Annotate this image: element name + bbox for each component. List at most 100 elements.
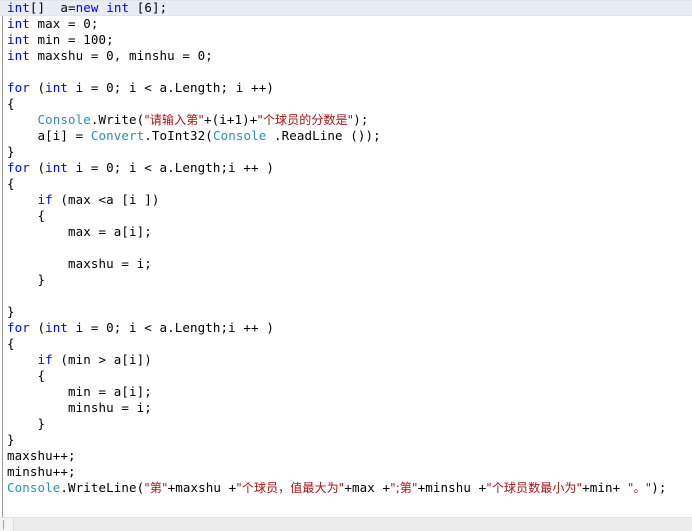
code-token-type: Console — [37, 112, 91, 127]
code-line[interactable]: minshu = i; — [0, 400, 692, 416]
code-line[interactable] — [0, 240, 692, 256]
code-line[interactable]: { — [0, 176, 692, 192]
code-token-str: "。" — [627, 481, 652, 495]
code-line[interactable]: for (int i = 0; i < a.Length;i ++ ) — [0, 160, 692, 176]
code-token-plain: a[i] = — [37, 128, 91, 143]
code-token-plain: i = 0; i < a.Length;i ++ ) — [68, 160, 274, 175]
code-line[interactable]: } — [0, 272, 692, 288]
code-line[interactable]: int maxshu = 0, minshu = 0; — [0, 48, 692, 64]
code-token-plain: .Write( — [90, 112, 145, 127]
code-line[interactable]: if (min > a[i]) — [0, 352, 692, 368]
code-token-plain: .WriteLine( — [60, 480, 145, 495]
code-line[interactable]: min = a[i]; — [0, 384, 692, 400]
code-token-plain: .ToInt32( — [144, 128, 213, 143]
code-token-key: int — [45, 80, 69, 95]
code-line[interactable]: maxshu++; — [0, 448, 692, 464]
code-token-plain: ); — [651, 480, 667, 495]
code-token-key: if — [37, 352, 53, 367]
code-token-plain: } — [7, 144, 15, 159]
code-line[interactable]: int[] a=new int [6]; — [0, 0, 692, 16]
code-token-key: int — [7, 16, 30, 31]
code-line[interactable]: for (int i = 0; i < a.Length;i ++ ) — [0, 320, 692, 336]
code-token-plain: } — [7, 432, 15, 447]
code-line[interactable]: } — [0, 416, 692, 432]
code-token-plain: +minshu + — [417, 480, 487, 495]
code-token-plain: ( — [29, 320, 46, 335]
code-token-plain: +min+ — [582, 480, 628, 495]
code-line[interactable]: max = a[i]; — [0, 224, 692, 240]
code-token-plain: maxshu = 0, minshu = 0; — [29, 48, 213, 63]
code-token-key: int — [45, 320, 69, 335]
code-token-str: "第" — [144, 481, 168, 495]
code-token-str: "个球员，值最大为" — [236, 481, 345, 495]
code-line[interactable]: Console.WriteLine("第"+maxshu +"个球员，值最大为"… — [0, 480, 692, 496]
code-line[interactable]: { — [0, 368, 692, 384]
code-token-plain: (max <a [i ]) — [52, 192, 160, 207]
code-token-plain: minshu = i; — [68, 400, 152, 415]
code-token-plain: [6]; — [129, 0, 168, 15]
code-line[interactable] — [0, 288, 692, 304]
code-token-str: "个球员的分数是" — [257, 113, 354, 127]
code-token-plain: } — [7, 304, 15, 319]
code-token-plain: min = 100; — [29, 32, 114, 47]
code-token-key: int — [106, 0, 130, 15]
code-token-key: for — [7, 160, 30, 175]
code-token-plain: max = 0; — [29, 16, 99, 31]
code-line[interactable]: } — [0, 432, 692, 448]
code-line[interactable]: int min = 100; — [0, 32, 692, 48]
code-token-plain: min = a[i]; — [68, 384, 152, 399]
code-line[interactable]: { — [0, 96, 692, 112]
scrollbar-corner — [0, 518, 14, 531]
code-line[interactable]: { — [0, 336, 692, 352]
code-line[interactable] — [0, 64, 692, 80]
code-line[interactable]: if (max <a [i ]) — [0, 192, 692, 208]
code-token-plain: { — [7, 336, 15, 351]
code-token-key: int — [45, 160, 69, 175]
code-token-str: "个球员数最小为" — [486, 481, 583, 495]
code-token-plain: i = 0; i < a.Length;i ++ ) — [68, 320, 274, 335]
code-token-plain: [] a= — [29, 0, 76, 15]
code-token-key: int — [7, 48, 30, 63]
code-token-type: Console — [7, 480, 61, 495]
code-token-key: int — [7, 32, 30, 47]
code-token-plain: +maxshu + — [167, 480, 237, 495]
code-line[interactable]: int max = 0; — [0, 16, 692, 32]
code-token-plain: { — [7, 96, 15, 111]
code-token-plain: { — [37, 368, 46, 383]
code-line[interactable]: a[i] = Convert.ToInt32(Console .ReadLine… — [0, 128, 692, 144]
code-token-type: Console — [212, 128, 267, 143]
scrollbar-tick-icon — [3, 520, 4, 529]
horizontal-scrollbar[interactable] — [0, 517, 692, 531]
code-line[interactable]: maxshu = i; — [0, 256, 692, 272]
code-token-key: int — [7, 0, 30, 15]
code-token-plain: (min > a[i]) — [52, 352, 152, 367]
code-token-plain: maxshu = i; — [68, 256, 152, 271]
code-token-plain: minshu++; — [7, 464, 76, 479]
code-line[interactable]: } — [0, 144, 692, 160]
code-token-plain: i = 0; i < a.Length; i ++) — [68, 80, 274, 95]
code-token-plain: max = a[i]; — [68, 224, 152, 239]
code-token-plain: { — [7, 176, 15, 191]
code-text-area[interactable]: int[] a=new int [6]; int max = 0; int min … — [0, 0, 692, 517]
code-token-key: for — [7, 320, 30, 335]
code-line[interactable]: Console.Write("请输入第"+(i+1)+"个球员的分数是"); — [0, 112, 692, 128]
code-line[interactable]: for (int i = 0; i < a.Length; i ++) — [0, 80, 692, 96]
code-editor[interactable]: int[] a=new int [6]; int max = 0; int min … — [0, 0, 692, 531]
code-line[interactable]: { — [0, 208, 692, 224]
code-line[interactable]: } — [0, 304, 692, 320]
code-token-plain: ( — [29, 80, 46, 95]
code-line[interactable]: minshu++; — [0, 464, 692, 480]
code-token-plain: } — [37, 416, 46, 431]
code-token-type: Convert — [90, 128, 145, 143]
